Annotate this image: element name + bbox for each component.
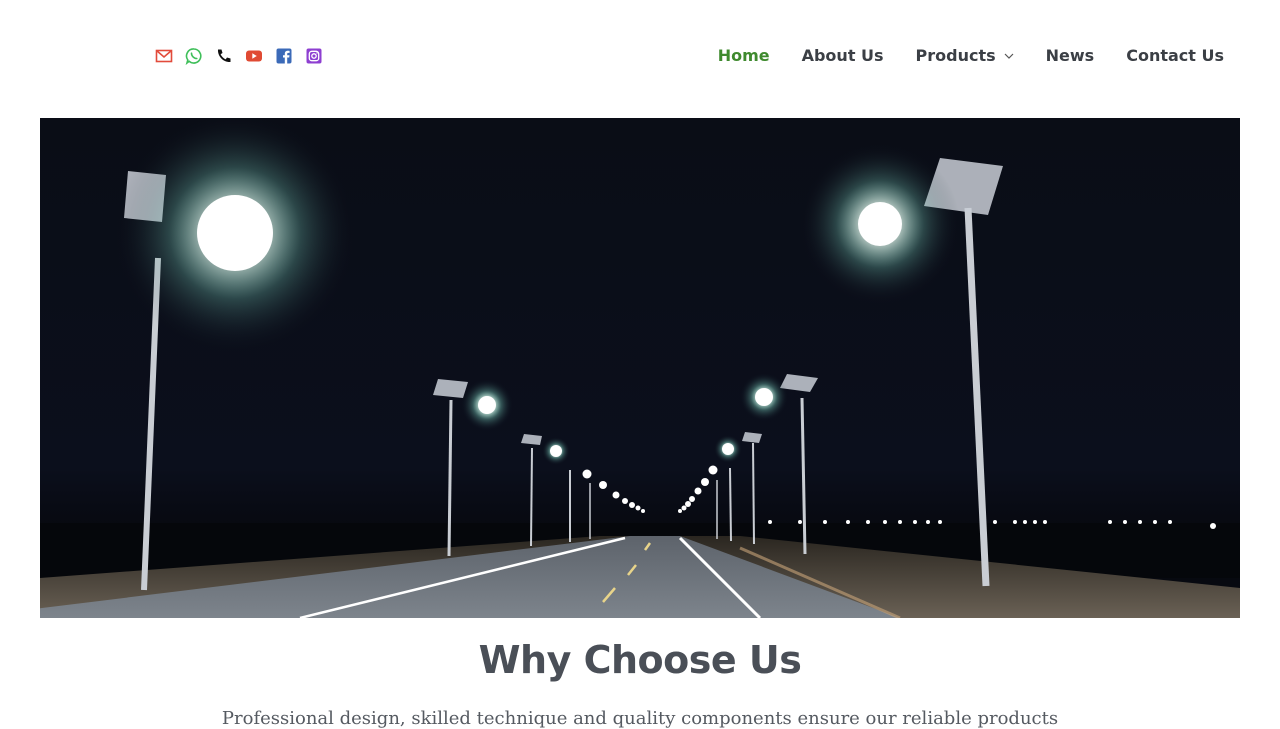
nav-products-link[interactable]: Products bbox=[916, 44, 1014, 68]
street-lights-photo bbox=[40, 118, 1240, 618]
nav-about-link[interactable]: About Us bbox=[802, 44, 884, 68]
instagram-icon[interactable] bbox=[305, 47, 323, 65]
nav-products-label: Products bbox=[915, 46, 996, 65]
section-title: Why Choose Us bbox=[478, 638, 802, 682]
hero-image bbox=[40, 118, 1240, 618]
chevron-down-icon bbox=[1004, 53, 1014, 59]
whatsapp-icon[interactable] bbox=[185, 47, 203, 65]
main-nav: Home About Us Products News Contact Us bbox=[686, 44, 1224, 68]
facebook-icon[interactable] bbox=[275, 47, 293, 65]
nav-news-link[interactable]: News bbox=[1046, 44, 1095, 68]
nav-contact-link[interactable]: Contact Us bbox=[1126, 44, 1224, 68]
section-subtitle: Professional design, skilled technique a… bbox=[221, 708, 1059, 729]
nav-home-link[interactable]: Home bbox=[718, 44, 770, 68]
youtube-icon[interactable] bbox=[245, 47, 263, 65]
email-icon[interactable] bbox=[155, 47, 173, 65]
site-header: Home About Us Products News Contact Us bbox=[0, 0, 1280, 118]
phone-icon[interactable] bbox=[215, 47, 233, 65]
social-links bbox=[155, 47, 323, 65]
